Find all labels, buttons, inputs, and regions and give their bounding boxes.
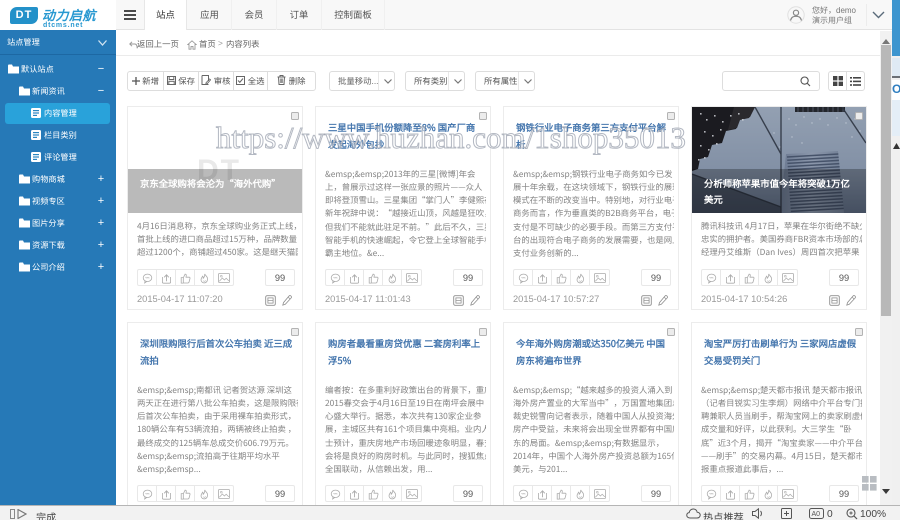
svg-text:A0: A0 — [812, 511, 821, 518]
